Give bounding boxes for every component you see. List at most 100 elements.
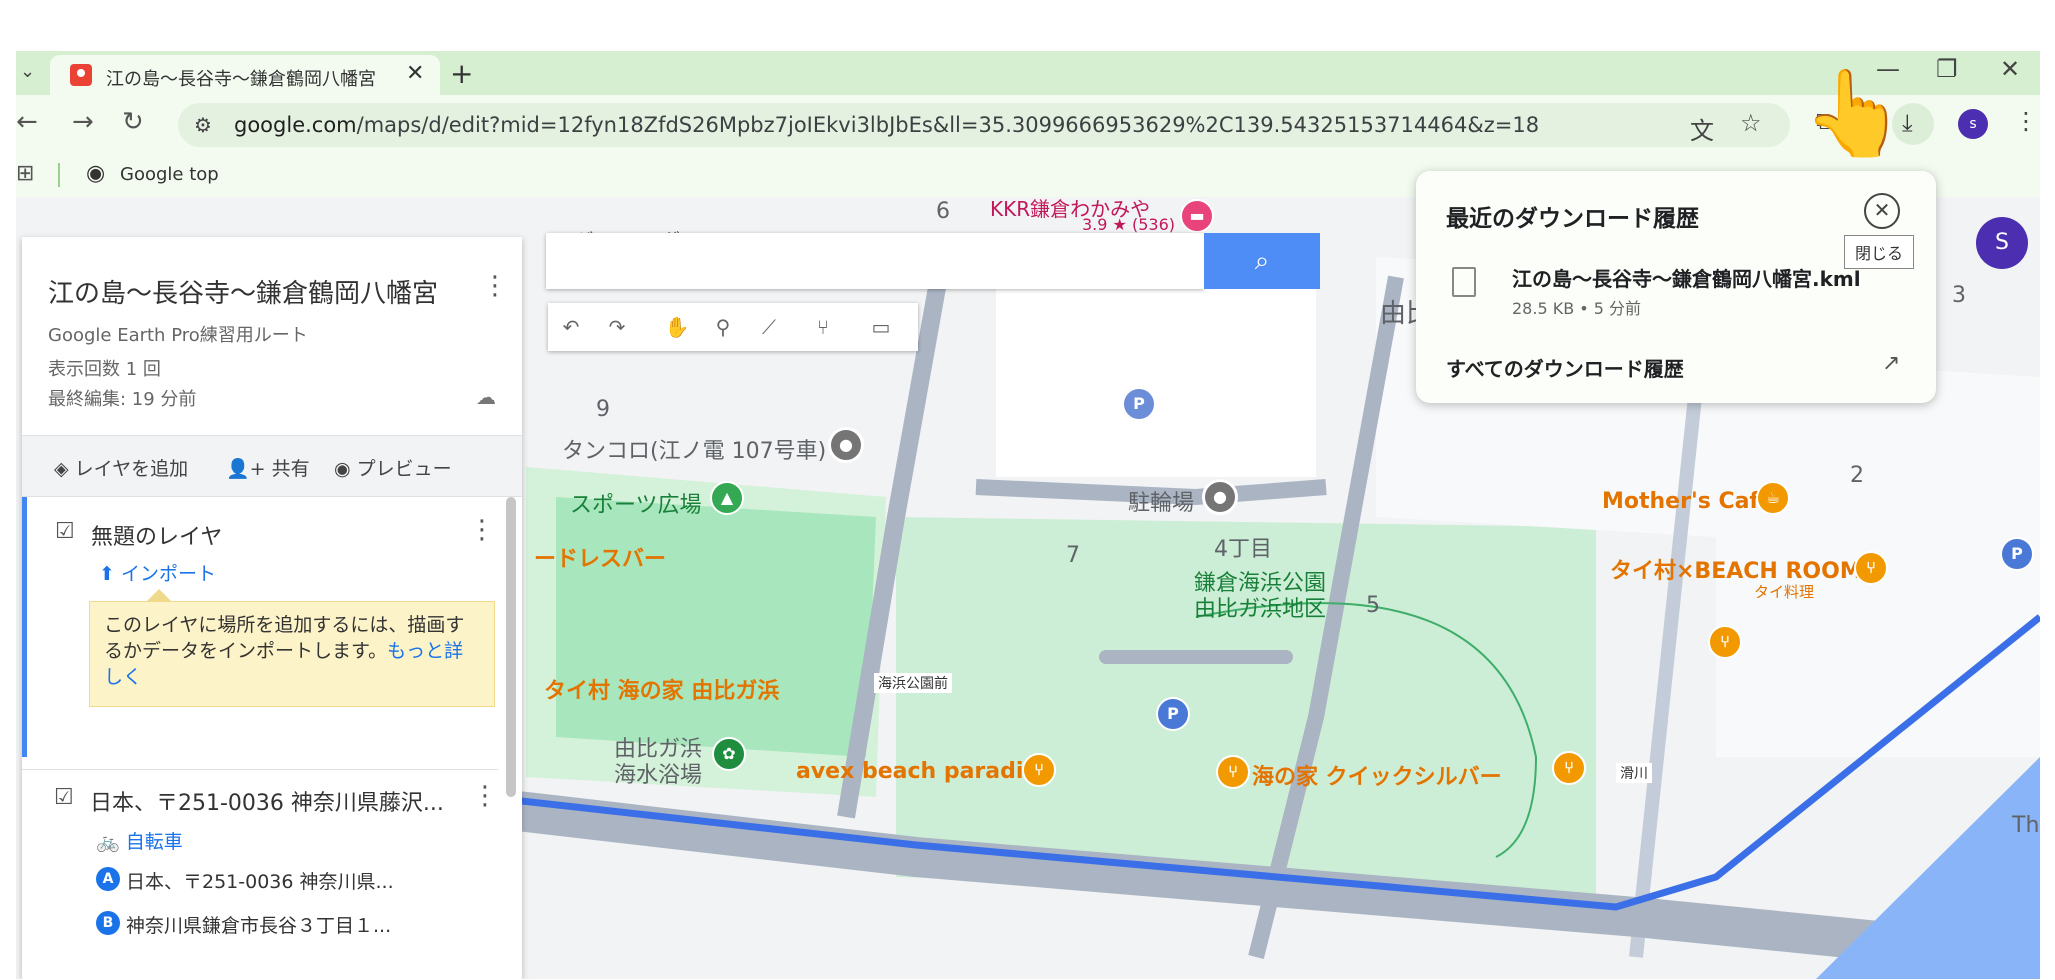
map-options-kebab-icon[interactable]: ⋮ bbox=[482, 271, 508, 301]
undo-icon[interactable]: ↶ bbox=[548, 303, 594, 351]
map-label-avex[interactable]: avex beach paradise bbox=[796, 759, 1051, 784]
share-button[interactable]: 👤+ 共有 bbox=[226, 454, 310, 481]
map-label-nameri: 滑川 bbox=[1616, 763, 1652, 783]
map-label-beach-sub: 海水浴場 bbox=[614, 763, 703, 788]
route-layer-checkbox[interactable]: ☑ bbox=[54, 785, 74, 810]
add-layer-button[interactable]: ◈ レイヤを追加 bbox=[54, 454, 188, 481]
share-label: 共有 bbox=[271, 458, 310, 480]
layer-tip: このレイヤに場所を追加するには、描画するかデータをインポートします。もっと詳しく bbox=[89, 601, 495, 707]
hand-tool-icon[interactable]: ✋ bbox=[654, 303, 700, 351]
parking-marker-icon[interactable]: P bbox=[2000, 537, 2034, 571]
map-label-kkr-rating: 3.9 ★ (536) bbox=[1082, 215, 1175, 234]
layer-options-kebab-icon[interactable]: ⋮ bbox=[469, 515, 495, 545]
search-icon: ⌕ bbox=[1254, 246, 1270, 276]
restaurant-pin-icon[interactable]: ⑂ bbox=[1708, 625, 1742, 659]
all-downloads-link[interactable]: すべてのダウンロード履歴 bbox=[1446, 353, 1684, 382]
maps-favicon-icon bbox=[70, 64, 92, 86]
map-label-bike-parking[interactable]: 駐輪場 bbox=[1128, 485, 1194, 517]
layers-icon: ◈ bbox=[54, 458, 75, 480]
forward-icon[interactable]: → bbox=[72, 107, 94, 137]
last-edited: 最終編集: 19 分前 bbox=[48, 389, 197, 410]
reload-icon[interactable]: ↻ bbox=[122, 107, 144, 137]
directions-icon[interactable]: ⑂ bbox=[800, 303, 846, 351]
parking-pin-icon[interactable]: ● bbox=[1202, 479, 1238, 515]
travel-mode-label: 自転車 bbox=[125, 831, 183, 853]
panel-scrollbar[interactable] bbox=[506, 497, 516, 797]
address-bar[interactable]: ⚙ google.com/maps/d/edit?mid=12fyn18ZfdS… bbox=[178, 103, 1790, 147]
draw-line-icon[interactable]: ⟋ bbox=[746, 303, 792, 351]
map-search-input[interactable] bbox=[546, 233, 1204, 289]
add-marker-icon[interactable]: ⚲ bbox=[700, 303, 746, 351]
map-label-5: 5 bbox=[1366, 593, 1380, 618]
restaurant-pin-icon[interactable]: ⑂ bbox=[1854, 551, 1888, 585]
download-file-meta: 28.5 KB • 5 分前 bbox=[1512, 299, 1642, 318]
map-label-tai-beach-sub: タイ料理 bbox=[1754, 583, 1815, 601]
eye-icon: ◉ bbox=[334, 458, 357, 480]
tab-my-maps[interactable]: 江の島～長谷寺～鎌倉鶴岡八幡宮 ✕ bbox=[50, 55, 440, 95]
import-link[interactable]: ⬆ インポート bbox=[99, 559, 216, 586]
tab-search-icon[interactable]: ⌄ bbox=[20, 61, 35, 82]
map-user-avatar[interactable]: S bbox=[1976, 217, 2028, 269]
restaurant-pin-icon[interactable]: ⑂ bbox=[1552, 751, 1586, 785]
back-icon[interactable]: ← bbox=[16, 107, 38, 137]
file-icon bbox=[1452, 267, 1476, 297]
map-label-6: 6 bbox=[936, 199, 950, 224]
layer-divider bbox=[22, 769, 498, 770]
map-label-sports[interactable]: スポーツ広場 bbox=[570, 487, 702, 519]
hotel-pin-icon[interactable]: ▬ bbox=[1180, 199, 1214, 233]
restaurant-pin-icon[interactable]: ⑂ bbox=[1022, 753, 1056, 787]
window-close-icon[interactable]: ✕ bbox=[2000, 55, 2020, 83]
redo-icon[interactable]: ↷ bbox=[594, 303, 640, 351]
map-label-tai-beach[interactable]: タイ村×BEACH ROOM bbox=[1610, 553, 1862, 585]
cafe-pin-icon[interactable]: ☕ bbox=[1756, 481, 1790, 515]
route-layer-name[interactable]: 日本、〒251-0036 神奈川県藤沢... bbox=[90, 785, 444, 817]
restaurant-pin-icon[interactable]: ⑂ bbox=[1216, 755, 1250, 789]
map-label-tankoro[interactable]: タンコロ(江ノ電 107号車) bbox=[562, 433, 826, 465]
map-label-quick[interactable]: 海の家 クイックシルバー bbox=[1252, 759, 1502, 791]
map-title[interactable]: 江の島～長谷寺～鎌倉鶴岡八幡宮 bbox=[48, 273, 438, 310]
site-info-icon[interactable]: ⚙ bbox=[194, 113, 212, 137]
measure-icon[interactable]: ▭ bbox=[858, 303, 904, 351]
waypoint-a-label[interactable]: 日本、〒251-0036 神奈川県... bbox=[126, 867, 394, 894]
map-description[interactable]: Google Earth Pro練習用ルート bbox=[48, 321, 308, 347]
place-pin-icon[interactable]: ● bbox=[828, 427, 864, 463]
waypoint-a-icon: A bbox=[96, 867, 120, 891]
waypoint-b-icon: B bbox=[96, 911, 120, 935]
add-person-icon: 👤+ bbox=[226, 458, 272, 480]
layer-name[interactable]: 無題のレイヤ bbox=[91, 519, 222, 551]
travel-mode-bicycle[interactable]: 🚲 自転車 bbox=[96, 827, 183, 854]
parking-marker-icon[interactable]: P bbox=[1156, 697, 1190, 731]
parking-marker-icon[interactable]: P bbox=[1122, 387, 1156, 421]
view-count: 表示回数 1 回 bbox=[48, 359, 161, 380]
map-label-dress[interactable]: ードレスバー bbox=[534, 541, 666, 573]
map-search-button[interactable]: ⌕ bbox=[1204, 233, 1320, 289]
new-tab-button[interactable]: + bbox=[450, 57, 473, 90]
url-host: google.com bbox=[234, 113, 357, 137]
download-file-name[interactable]: 江の島～長谷寺～鎌倉鶴岡八幡宮.kml bbox=[1512, 263, 1861, 292]
apps-grid-icon[interactable]: ⊞ bbox=[16, 161, 34, 186]
panel-actions: ◈ レイヤを追加 👤+ 共有 ◉ プレビュー bbox=[22, 435, 522, 497]
google-globe-icon: ◉ bbox=[86, 161, 106, 186]
menu-kebab-icon[interactable]: ⋮ bbox=[2014, 107, 2038, 135]
tab-close-icon[interactable]: ✕ bbox=[406, 61, 424, 86]
bookmark-google-top[interactable]: Google top bbox=[120, 164, 219, 185]
download-bubble-close-icon[interactable]: ✕ bbox=[1864, 193, 1900, 229]
open-external-icon[interactable]: ↗ bbox=[1882, 351, 1900, 376]
restore-icon[interactable]: ❐ bbox=[1936, 55, 1958, 83]
beach-pin-icon[interactable]: ✿ bbox=[712, 737, 746, 771]
translate-icon[interactable]: 文 bbox=[1690, 111, 1714, 146]
layer-checkbox[interactable]: ☑ bbox=[55, 519, 75, 544]
profile-avatar[interactable]: s bbox=[1958, 109, 1988, 139]
preview-button[interactable]: ◉ プレビュー bbox=[334, 454, 452, 481]
download-bubble: 最近のダウンロード履歴 ✕ 閉じる 江の島～長谷寺～鎌倉鶴岡八幡宮.kml 28… bbox=[1416, 171, 1936, 403]
park-pin-icon[interactable]: ▲ bbox=[710, 481, 744, 515]
tab-title: 江の島～長谷寺～鎌倉鶴岡八幡宮 bbox=[106, 69, 376, 90]
map-label-mothers-cafe[interactable]: Mother's Cafe bbox=[1602, 489, 1774, 514]
add-layer-label: レイヤを追加 bbox=[74, 458, 189, 480]
map-label-tai-umi[interactable]: タイ村 海の家 由比ガ浜 bbox=[544, 673, 779, 705]
browser-window: ⌄ 江の島～長谷寺～鎌倉鶴岡八幡宮 ✕ + — ❐ ✕ ← → ↻ ⚙ goog… bbox=[16, 51, 2040, 979]
download-bubble-title: 最近のダウンロード履歴 bbox=[1446, 206, 1699, 232]
route-layer-options-kebab-icon[interactable]: ⋮ bbox=[472, 781, 498, 811]
waypoint-b-label[interactable]: 神奈川県鎌倉市長谷３丁目１... bbox=[126, 911, 391, 938]
bookmark-star-icon[interactable]: ☆ bbox=[1740, 109, 1762, 137]
